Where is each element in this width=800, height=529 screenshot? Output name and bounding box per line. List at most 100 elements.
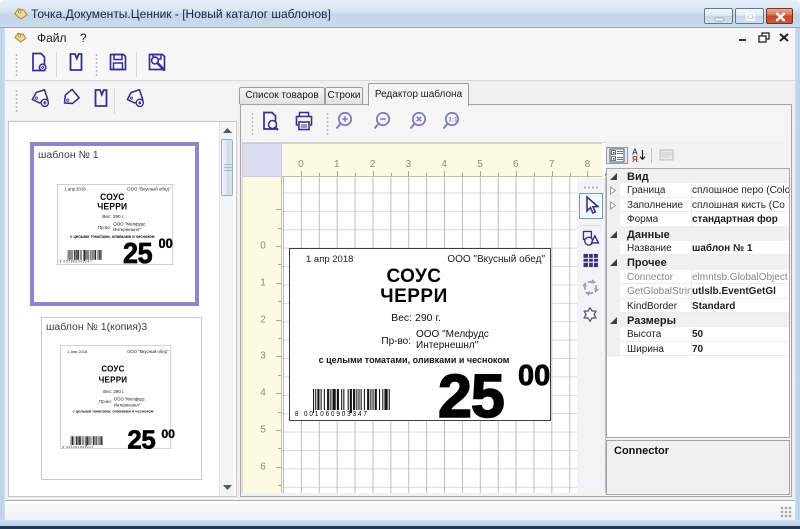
barcode xyxy=(70,436,103,445)
category-collapse-icon[interactable] xyxy=(610,172,618,180)
tools-strip-grip[interactable] xyxy=(583,186,599,189)
property-row[interactable]: Connectorelmntsb.GlobalObject xyxy=(607,270,789,284)
property-value[interactable]: шаблон № 1 xyxy=(692,243,789,254)
property-category-row[interactable]: Данные xyxy=(607,227,789,241)
property-row[interactable]: Заполнениесплошная кисть (Co xyxy=(607,198,789,212)
open-catalog-button[interactable] xyxy=(63,52,88,77)
maximize-button[interactable] xyxy=(735,8,764,24)
freeform-tool-button[interactable] xyxy=(580,304,601,325)
label-date: 1 апр 2018 xyxy=(65,187,86,192)
table-icon xyxy=(580,258,601,275)
toolbar-grip[interactable] xyxy=(251,112,254,136)
print-preview-button[interactable] xyxy=(257,111,282,136)
edit-template-button[interactable] xyxy=(88,88,113,113)
shapes-tool-button[interactable] xyxy=(580,228,601,249)
property-value[interactable]: Standard xyxy=(692,301,789,312)
new-catalog-button[interactable] xyxy=(26,52,51,77)
resize-grip[interactable] xyxy=(780,506,792,518)
scrollbar-thumb[interactable] xyxy=(221,139,233,196)
template-thumbnail-selected[interactable]: шаблон № 1 1 апр 2018ООО "Вкусный обед"С… xyxy=(30,142,199,306)
property-row[interactable]: Формастандартная фор xyxy=(607,212,789,227)
category-collapse-icon[interactable] xyxy=(610,230,618,238)
toolbar-grip[interactable] xyxy=(326,112,329,136)
print-button[interactable] xyxy=(291,111,316,136)
table-tool-button[interactable] xyxy=(580,250,601,271)
category-collapse-icon[interactable] xyxy=(610,316,618,324)
scrollbar-up-button[interactable] xyxy=(220,122,234,139)
property-category-label: Размеры xyxy=(627,315,676,327)
template-thumbnail[interactable]: шаблон № 1(копия)3 1 апр 2018ООО "Вкусны… xyxy=(41,317,202,480)
toolbar-separator xyxy=(114,88,115,114)
categorized-button[interactable] xyxy=(606,147,628,164)
mdi-close-button[interactable] xyxy=(776,30,792,45)
property-category-row[interactable]: Прочее xyxy=(607,255,789,270)
tab-template-editor[interactable]: Редактор шаблона xyxy=(368,83,469,106)
property-category-row[interactable]: Размеры xyxy=(607,313,789,327)
ruler-v-number: 1 xyxy=(260,277,266,288)
zoom-cancel-button[interactable] xyxy=(405,111,430,136)
zoom-actual-button[interactable]: 1:1 xyxy=(438,111,463,136)
save-as-button[interactable] xyxy=(144,52,169,77)
zoom-out-button[interactable] xyxy=(369,111,394,136)
property-category-row[interactable]: Вид xyxy=(607,169,789,183)
grid-line xyxy=(691,342,692,356)
editor-canvas[interactable]: 012345678 0123456 1 апр 2018ООО "Вкусный… xyxy=(242,142,606,493)
application-window: Точка.Документы.Ценник - [Новый каталог … xyxy=(0,0,800,529)
property-expand-icon[interactable] xyxy=(609,186,617,195)
price-label[interactable]: 1 апр 2018ООО "Вкусный обед"СОУСЧЕРРИВес… xyxy=(289,248,551,421)
property-row[interactable]: Названиешаблон № 1 xyxy=(607,241,789,255)
zoom-in-button[interactable] xyxy=(331,111,356,136)
close-button[interactable] xyxy=(766,8,793,24)
tab-product-list[interactable]: Список товаров xyxy=(239,87,325,104)
templates-scrollbar[interactable] xyxy=(219,122,233,496)
property-row[interactable]: Границасплошное перо (Colo xyxy=(607,183,789,198)
minimize-button[interactable] xyxy=(704,8,733,24)
rotate-tool-button[interactable] xyxy=(580,277,601,298)
ruler-tick xyxy=(276,283,281,284)
property-value[interactable]: utlslb.EventGetGl xyxy=(692,286,789,297)
save-button[interactable] xyxy=(105,52,130,77)
ruler-h-number: 7 xyxy=(549,159,555,170)
sort-alphabetical-button[interactable]: А Я xyxy=(629,147,651,164)
property-label: KindBorder xyxy=(627,301,677,312)
property-value[interactable]: сплошная кисть (Co xyxy=(692,200,789,211)
menu-item-file[interactable]: Файл xyxy=(37,31,67,45)
ruler-tick xyxy=(276,246,281,247)
mdi-restore-button[interactable] xyxy=(756,30,772,45)
property-value[interactable]: 50 xyxy=(692,329,789,340)
label-weight: Вес: 290 г. xyxy=(290,312,542,324)
category-collapse-icon[interactable] xyxy=(610,258,618,266)
toolbar-grip[interactable] xyxy=(95,53,98,76)
copy-template-button[interactable] xyxy=(58,88,83,113)
ruler-tick xyxy=(391,173,392,176)
toolbar-grip[interactable] xyxy=(15,89,18,113)
ruler-tick xyxy=(373,171,374,176)
ruler-tick xyxy=(278,228,281,229)
pointer-tool-button[interactable] xyxy=(579,193,603,219)
zoom-cancel-icon xyxy=(406,109,430,138)
property-expand-icon[interactable] xyxy=(609,201,617,210)
property-value[interactable]: 70 xyxy=(692,344,789,355)
property-value[interactable]: сплошное перо (Colo xyxy=(692,185,789,196)
tab-rows[interactable]: Строки xyxy=(325,87,363,104)
scrollbar-down-button[interactable] xyxy=(220,479,234,496)
ruler-h-number: 3 xyxy=(406,159,412,170)
property-row[interactable]: Ширина70 xyxy=(607,342,789,356)
ruler-tick xyxy=(462,173,463,176)
property-value[interactable]: elmntsb.GlobalObject xyxy=(692,272,789,283)
add-template-button[interactable] xyxy=(28,88,53,113)
ruler-vertical: 0123456 xyxy=(242,177,282,493)
property-category-label: Данные xyxy=(627,229,670,241)
ruler-tick xyxy=(278,412,281,413)
toolbar-grip[interactable] xyxy=(15,53,18,76)
property-row[interactable]: Высота50 xyxy=(607,327,789,342)
property-row[interactable]: KindBorder Standard xyxy=(607,299,789,313)
property-row[interactable]: GetGlobalStrinutlslb.EventGetGl xyxy=(607,284,789,299)
ruler-tick xyxy=(276,356,281,357)
label-date: 1 апр 2018 xyxy=(306,254,353,265)
property-value[interactable]: стандартная фор xyxy=(692,214,789,225)
mdi-minimize-button[interactable] xyxy=(735,30,751,45)
menu-item-help[interactable]: ? xyxy=(80,31,87,45)
delete-template-button[interactable] xyxy=(123,88,148,113)
property-grid[interactable]: ВидГраницасплошное перо (ColoЗаполнениес… xyxy=(606,168,790,438)
